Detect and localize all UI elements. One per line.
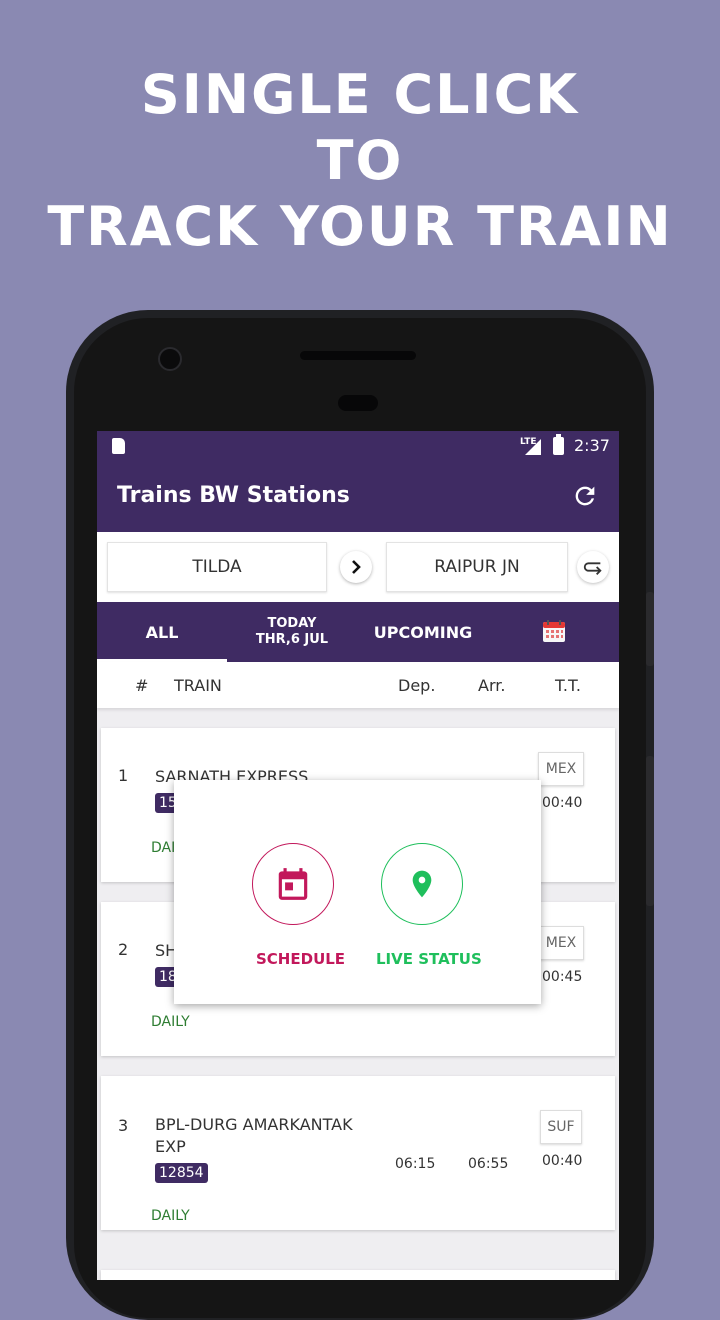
volume-button	[646, 592, 654, 666]
to-station-label: RAIPUR JN	[434, 557, 520, 577]
from-station-label: TILDA	[192, 557, 242, 577]
location-pin-icon	[412, 870, 432, 898]
train-card[interactable]	[101, 1270, 615, 1280]
travel-time: 00:40	[542, 795, 583, 811]
to-station-field[interactable]: RAIPUR JN	[386, 542, 568, 592]
headline-line-3: TRACK YOUR TRAIN	[47, 195, 673, 258]
train-class-badge: SUF	[540, 1110, 582, 1144]
col-tt: T.T.	[555, 676, 581, 695]
train-class-label: MEX	[545, 761, 577, 777]
battery-icon	[553, 434, 564, 455]
train-class-badge: MEX	[538, 752, 584, 786]
train-index: 1	[118, 766, 129, 785]
schedule-button[interactable]	[252, 843, 334, 925]
arrival-time: 06:55	[468, 1156, 509, 1172]
headline-line-1: SINGLE CLICK	[140, 63, 580, 126]
headline-line-2: TO	[316, 129, 404, 192]
train-card[interactable]: 3 BPL-DURG AMARKANTAK EXP 12854 DAILY SU…	[101, 1076, 615, 1230]
train-action-popup: SCHEDULE LIVE STATUS	[174, 780, 541, 1004]
refresh-icon[interactable]	[571, 482, 599, 510]
tab-today-date: THR,6 JUL	[255, 632, 329, 647]
col-train: TRAIN	[174, 676, 222, 695]
from-station-field[interactable]: TILDA	[107, 542, 327, 592]
app-bar: Trains BW Stations	[97, 461, 619, 532]
running-days: DAILY	[151, 1208, 190, 1224]
calendar-schedule-icon	[278, 868, 308, 900]
schedule-label[interactable]: SCHEDULE	[256, 950, 345, 968]
promo-headline: SINGLE CLICK TO TRACK YOUR TRAIN	[0, 62, 720, 260]
departure-time: 06:15	[395, 1156, 436, 1172]
travel-time: 00:45	[542, 969, 583, 985]
train-number-badge: 12854	[155, 1163, 208, 1183]
col-index: #	[135, 676, 149, 695]
app-title: Trains BW Stations	[117, 483, 350, 508]
tab-upcoming-label: UPCOMING	[373, 622, 473, 642]
power-button	[646, 756, 654, 906]
col-dep: Dep.	[398, 676, 436, 695]
calendar-icon[interactable]	[542, 619, 566, 643]
train-index: 2	[118, 940, 129, 959]
earpiece-speaker	[300, 351, 416, 360]
running-days: DAI	[151, 840, 176, 856]
proximity-sensor	[338, 395, 378, 411]
tab-all[interactable]: ALL	[97, 602, 227, 662]
train-class-badge: MEX	[538, 926, 584, 960]
travel-time: 00:40	[542, 1153, 583, 1169]
live-status-button[interactable]	[381, 843, 463, 925]
column-header-row: # TRAIN Dep. Arr. T.T.	[97, 662, 619, 708]
swap-stations-icon[interactable]	[577, 551, 609, 583]
train-class-label: MEX	[545, 935, 577, 951]
tab-all-label: ALL	[145, 622, 179, 642]
tab-today-label: TODAY	[267, 616, 317, 631]
front-camera	[158, 347, 182, 371]
running-days: DAILY	[151, 1014, 190, 1030]
col-arr: Arr.	[478, 676, 506, 695]
status-time: 2:37	[574, 436, 610, 455]
route-selector: TILDA RAIPUR JN	[97, 532, 619, 602]
tab-upcoming[interactable]: UPCOMING	[367, 602, 479, 662]
live-status-label[interactable]: LIVE STATUS	[376, 950, 482, 968]
train-name: BPL-DURG AMARKANTAK EXP	[155, 1115, 353, 1156]
date-filter-tabs: ALL TODAY THR,6 JUL UPCOMING	[97, 602, 619, 662]
sd-card-icon	[112, 438, 125, 454]
train-index: 3	[118, 1116, 129, 1135]
signal-icon	[525, 439, 541, 455]
train-class-label: SUF	[547, 1119, 575, 1135]
direction-arrow-icon	[340, 551, 372, 583]
tab-today[interactable]: TODAY THR,6 JUL	[232, 602, 352, 662]
status-bar: LTE 2:37	[97, 431, 619, 461]
